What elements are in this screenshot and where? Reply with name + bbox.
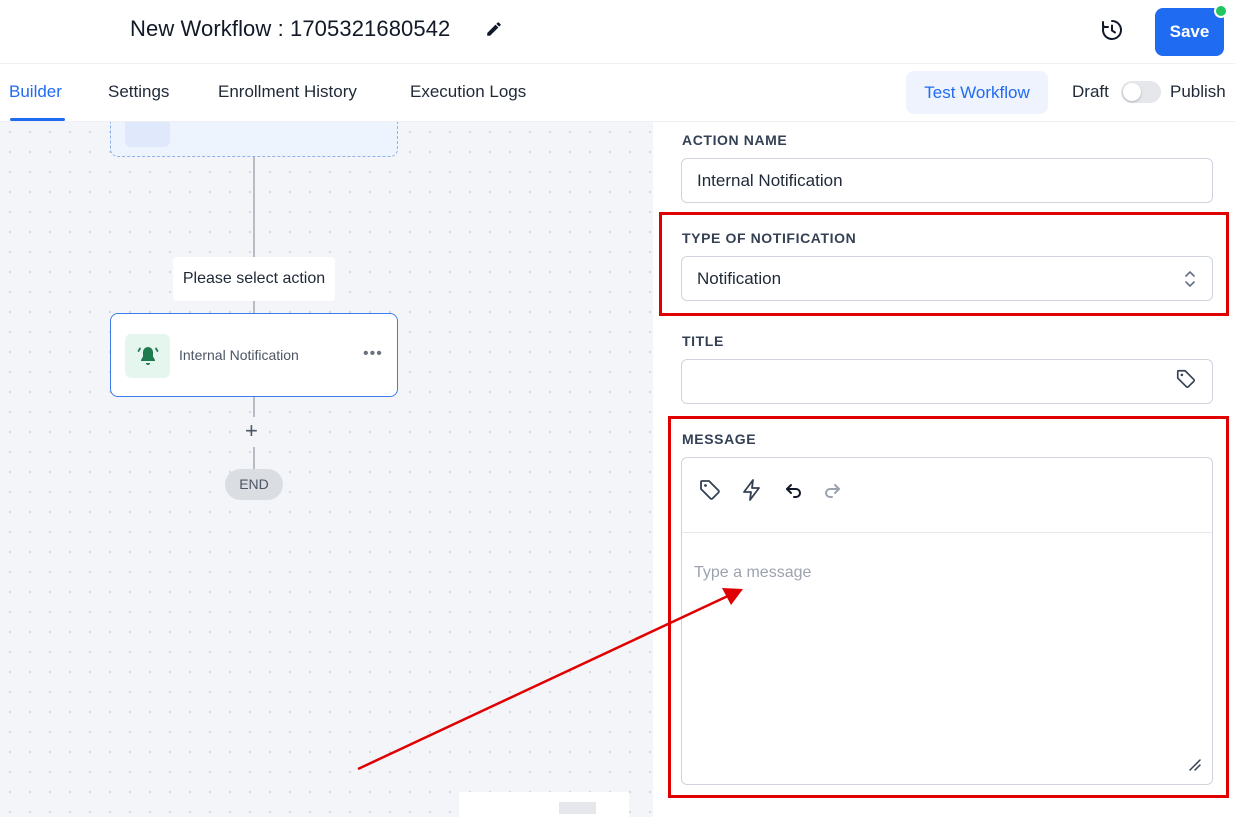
more-icon[interactable]: ••• <box>363 345 383 363</box>
test-workflow-button[interactable]: Test Workflow <box>906 71 1048 114</box>
connector-line <box>253 301 255 313</box>
plus-icon[interactable]: + <box>245 420 258 442</box>
action-name-label: ACTION NAME <box>682 132 788 148</box>
bell-icon-box <box>125 334 170 378</box>
publish-label: Publish <box>1170 82 1226 101</box>
save-button[interactable]: Save <box>1155 8 1224 56</box>
title-input[interactable] <box>681 359 1213 404</box>
action-node-label: Internal Notification <box>179 347 299 363</box>
workflow-title: New Workflow : 1705321680542 <box>130 16 451 41</box>
history-icon[interactable] <box>1100 18 1124 42</box>
end-node: END <box>225 469 283 500</box>
connector-line <box>253 397 255 417</box>
highlight-box-notification-type <box>659 212 1229 316</box>
title-label: TITLE <box>682 333 724 349</box>
action-node-internal-notification[interactable]: Internal Notification ••• <box>110 313 398 397</box>
minimap-viewport <box>559 802 596 814</box>
edit-icon[interactable] <box>485 20 503 38</box>
select-action-button[interactable]: Please select action <box>173 257 335 301</box>
bell-icon <box>137 347 159 365</box>
active-tab-indicator <box>10 118 65 121</box>
tab-enrollment-history[interactable]: Enrollment History <box>218 82 357 102</box>
highlight-box-message <box>668 416 1229 798</box>
tab-bar: Builder Settings Enrollment History Exec… <box>0 64 1235 122</box>
tag-icon[interactable] <box>1175 368 1197 390</box>
tab-builder[interactable]: Builder <box>9 82 62 102</box>
action-name-input[interactable] <box>681 158 1213 203</box>
connector-line <box>253 157 255 257</box>
connector-line <box>253 447 255 469</box>
workflow-canvas[interactable]: Please select action Internal Notificati… <box>0 122 653 817</box>
draft-label: Draft <box>1072 82 1109 101</box>
minimap[interactable] <box>459 792 629 817</box>
tab-settings[interactable]: Settings <box>108 82 169 102</box>
tab-execution-logs[interactable]: Execution Logs <box>410 82 526 102</box>
trigger-node[interactable] <box>110 122 398 157</box>
status-dot <box>1214 4 1228 18</box>
publish-toggle[interactable] <box>1121 81 1161 103</box>
trigger-icon <box>125 122 170 147</box>
toggle-knob <box>1123 83 1141 101</box>
header: New Workflow : 1705321680542 Save <box>0 0 1235 64</box>
